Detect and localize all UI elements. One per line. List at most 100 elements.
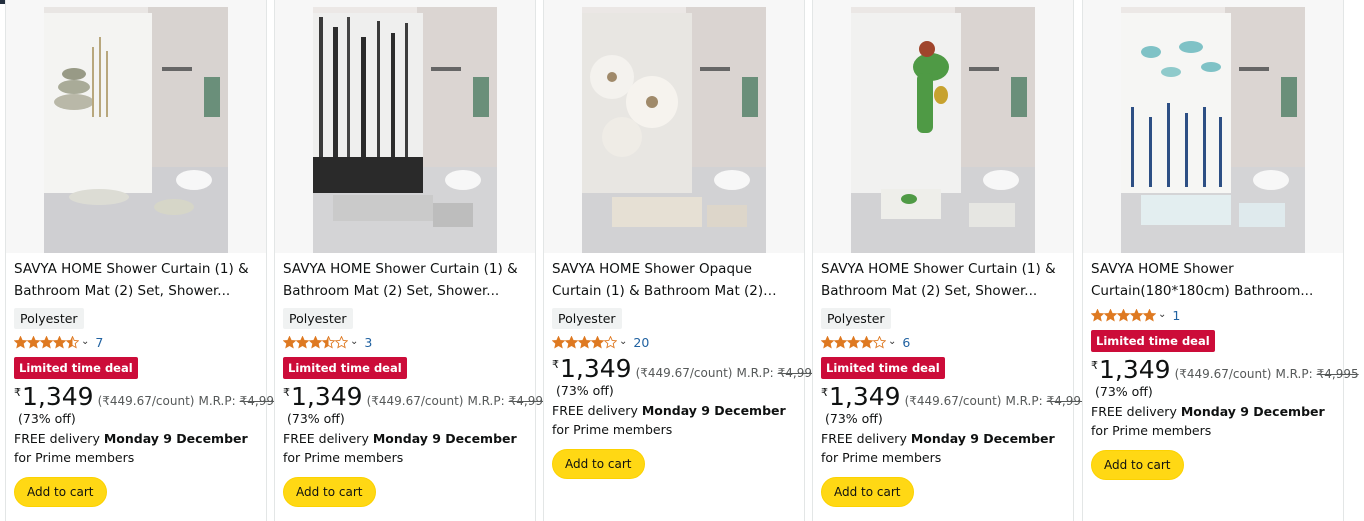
product-image-art: [582, 7, 766, 253]
discount-text: (73% off): [825, 411, 883, 426]
review-count-link[interactable]: 3: [364, 335, 372, 350]
mrp-label: M.R.P:: [736, 366, 774, 380]
price[interactable]: 1,349: [1099, 356, 1171, 384]
product-title[interactable]: SAVYA HOME Shower Curtain (1) & Bathroom…: [283, 258, 529, 302]
limited-deal-badge: Limited time deal: [1091, 330, 1215, 352]
star-icon: [591, 335, 604, 349]
discount-text: (73% off): [287, 411, 345, 426]
star-rating[interactable]: [14, 335, 79, 349]
delivery-suffix: for Prime members: [552, 422, 673, 437]
star-icon: [565, 335, 578, 349]
review-count-link[interactable]: 20: [633, 335, 649, 350]
chevron-down-icon[interactable]: ⌄: [81, 336, 89, 348]
add-to-cart-button[interactable]: Add to cart: [283, 477, 376, 507]
price[interactable]: 1,349: [560, 355, 632, 383]
product-card[interactable]: SAVYA HOME Shower Curtain(180*180cm) Bat…: [1082, 0, 1359, 521]
star-icon: [322, 335, 335, 349]
product-title[interactable]: SAVYA HOME Shower Opaque Curtain (1) & B…: [552, 258, 798, 302]
price[interactable]: 1,349: [829, 383, 901, 411]
star-icon: [860, 335, 873, 349]
review-count-link[interactable]: 7: [95, 335, 103, 350]
unit-price: (₹449.67/count): [366, 394, 464, 408]
rating-row[interactable]: ⌄ 7: [14, 333, 260, 351]
star-icon: [40, 335, 53, 349]
limited-deal-badge: Limited time deal: [821, 357, 945, 379]
rating-row[interactable]: ⌄ 1: [1091, 306, 1337, 324]
product-title[interactable]: SAVYA HOME Shower Curtain(180*180cm) Bat…: [1091, 258, 1337, 302]
star-icon: [1130, 308, 1143, 322]
rating-row[interactable]: ⌄ 3: [283, 333, 529, 351]
delivery-date: Monday 9 December: [910, 431, 1055, 446]
discount-text: (73% off): [18, 411, 76, 426]
add-to-cart-button[interactable]: Add to cart: [552, 449, 645, 479]
star-icon: [283, 335, 296, 349]
star-rating[interactable]: [552, 335, 617, 349]
currency-symbol: ₹: [552, 358, 559, 371]
product-card[interactable]: SAVYA HOME Shower Opaque Curtain (1) & B…: [543, 0, 820, 521]
mrp-value: ₹4,995: [1316, 367, 1359, 381]
product-card[interactable]: SAVYA HOME Shower Curtain (1) & Bathroom…: [274, 0, 551, 521]
star-icon: [66, 335, 79, 349]
star-icon: [578, 335, 591, 349]
add-to-cart-button[interactable]: Add to cart: [821, 477, 914, 507]
delivery-prefix: FREE delivery: [552, 403, 638, 418]
star-icon: [834, 335, 847, 349]
style-badge: Polyester: [821, 308, 891, 329]
price-row: ₹ 1,349 (₹449.67/count) M.R.P: ₹4,995: [1091, 356, 1359, 384]
unit-price: (₹449.67/count): [97, 394, 195, 408]
star-icon: [847, 335, 860, 349]
product-card[interactable]: SAVYA HOME Shower Curtain (1) & Bathroom…: [812, 0, 1089, 521]
product-title[interactable]: SAVYA HOME Shower Curtain (1) & Bathroom…: [821, 258, 1067, 302]
chevron-down-icon[interactable]: ⌄: [1158, 309, 1166, 321]
star-rating[interactable]: [1091, 308, 1156, 322]
review-count-link[interactable]: 6: [902, 335, 910, 350]
product-image-art: [313, 7, 497, 253]
delivery-info: FREE delivery Monday 9 December for Prim…: [283, 429, 529, 467]
currency-symbol: ₹: [1091, 359, 1098, 372]
star-icon: [1143, 308, 1156, 322]
unit-price: (₹449.67/count): [1174, 367, 1272, 381]
product-image[interactable]: [6, 0, 266, 253]
delivery-date: Monday 9 December: [372, 431, 517, 446]
add-to-cart-button[interactable]: Add to cart: [1091, 450, 1184, 480]
product-image[interactable]: [544, 0, 804, 253]
unit-price: (₹449.67/count): [904, 394, 1002, 408]
product-image[interactable]: [813, 0, 1073, 253]
style-badge: Polyester: [552, 308, 622, 329]
chevron-down-icon[interactable]: ⌄: [619, 336, 627, 348]
star-icon: [873, 335, 886, 349]
add-to-cart-button[interactable]: Add to cart: [14, 477, 107, 507]
star-icon: [1091, 308, 1104, 322]
price-row: ₹ 1,349 (₹449.67/count) M.R.P: ₹4,995: [14, 383, 282, 411]
star-icon: [1117, 308, 1130, 322]
product-image[interactable]: [1083, 0, 1343, 253]
chevron-down-icon[interactable]: ⌄: [350, 336, 358, 348]
currency-symbol: ₹: [821, 386, 828, 399]
star-rating[interactable]: [821, 335, 886, 349]
product-card[interactable]: SAVYA HOME Shower Curtain (1) & Bathroom…: [5, 0, 282, 521]
style-badge: Polyester: [14, 308, 84, 329]
price[interactable]: 1,349: [291, 383, 363, 411]
product-image[interactable]: [275, 0, 535, 253]
discount-text: (73% off): [1095, 384, 1153, 399]
price-row: ₹ 1,349 (₹449.67/count) M.R.P: ₹4,995: [283, 383, 551, 411]
star-rating[interactable]: [283, 335, 348, 349]
delivery-info: FREE delivery Monday 9 December for Prim…: [821, 429, 1067, 467]
star-icon: [1104, 308, 1117, 322]
star-icon: [296, 335, 309, 349]
currency-symbol: ₹: [14, 386, 21, 399]
delivery-prefix: FREE delivery: [283, 431, 369, 446]
star-icon: [604, 335, 617, 349]
star-icon: [14, 335, 27, 349]
price[interactable]: 1,349: [22, 383, 94, 411]
star-icon: [821, 335, 834, 349]
product-title[interactable]: SAVYA HOME Shower Curtain (1) & Bathroom…: [14, 258, 260, 302]
delivery-prefix: FREE delivery: [1091, 404, 1177, 419]
rating-row[interactable]: ⌄ 6: [821, 333, 1067, 351]
star-icon: [53, 335, 66, 349]
mrp-label: M.R.P:: [1275, 367, 1313, 381]
rating-row[interactable]: ⌄ 20: [552, 333, 798, 351]
review-count-link[interactable]: 1: [1172, 308, 1180, 323]
chevron-down-icon[interactable]: ⌄: [888, 336, 896, 348]
delivery-prefix: FREE delivery: [821, 431, 907, 446]
